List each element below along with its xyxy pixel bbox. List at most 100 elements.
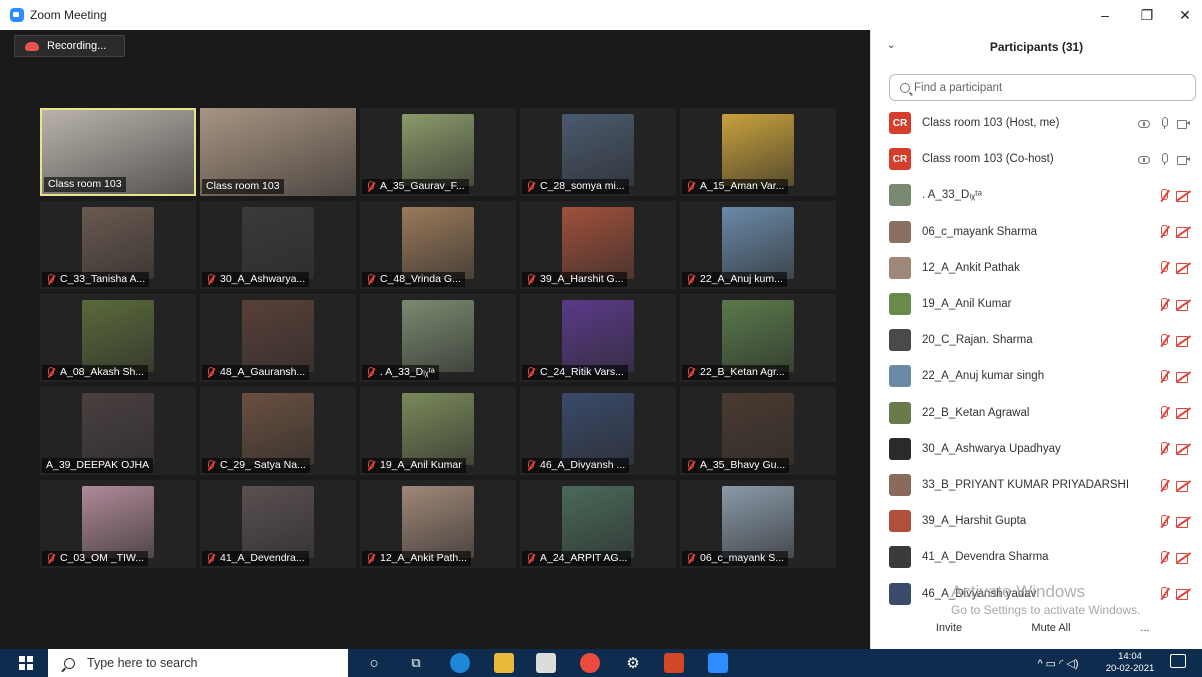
participant-row[interactable]: 30_A_Ashwarya Upadhyay (871, 431, 1202, 467)
recording-indicator[interactable]: Recording... (14, 35, 125, 57)
video-tile[interactable]: 22_A_Anuj kum... (680, 201, 836, 289)
minimize-button[interactable]: – (1086, 0, 1124, 30)
video-tile[interactable]: Class room 103 (200, 108, 356, 196)
video-tile[interactable]: A_08_Akash Sh... (40, 294, 196, 382)
video-tile[interactable]: 46_A_Divyansh ... (520, 387, 676, 475)
video-tile[interactable]: C_03_OM _TIW... (40, 480, 196, 568)
participant-search-input[interactable]: Find a participant (889, 74, 1196, 101)
video-tile[interactable]: A_15_Aman Var... (680, 108, 836, 196)
close-button[interactable]: ✕ (1166, 0, 1202, 30)
participant-row[interactable]: 39_A_Harshit Gupta (871, 503, 1202, 539)
participant-row[interactable]: 22_A_Anuj kumar singh (871, 358, 1202, 394)
mic-muted-icon[interactable] (1158, 333, 1170, 347)
video-off-icon[interactable] (1176, 588, 1191, 601)
video-tile[interactable]: . A_33_Dᵢᵪᵗᵃ (360, 294, 516, 382)
search-placeholder: Find a participant (914, 81, 1003, 94)
mic-muted-icon[interactable] (1158, 225, 1170, 238)
mic-muted-icon[interactable] (1158, 587, 1170, 600)
video-tile[interactable]: 19_A_Anil Kumar (360, 387, 516, 475)
video-tile[interactable]: 30_A_Ashwarya... (200, 201, 356, 289)
participant-row[interactable]: 46_A_Divyansh yadav (871, 576, 1202, 612)
clock[interactable]: 14:04 20-02-2021 (1102, 651, 1158, 675)
mic-muted-icon[interactable] (1158, 478, 1170, 492)
collapse-chevron-icon[interactable]: ⌄ (887, 40, 895, 51)
tile-name-label: C_33_Tanisha A... (42, 272, 150, 287)
share-screen-icon[interactable] (1138, 154, 1150, 165)
video-off-icon[interactable] (1176, 443, 1191, 456)
participant-row[interactable]: 19_A_Anil Kumar (871, 286, 1202, 322)
edge-browser-icon[interactable] (450, 653, 470, 673)
system-tray[interactable]: ^ ▭ ◜ ◁) (1020, 649, 1096, 677)
video-tile[interactable]: A_24_ARPIT AG... (520, 480, 676, 568)
video-off-icon[interactable] (1176, 335, 1191, 347)
file-explorer-icon[interactable] (494, 653, 514, 673)
cortana-icon[interactable]: ○ (362, 649, 386, 677)
mic-muted-icon[interactable] (1158, 369, 1170, 383)
video-tile[interactable]: 48_A_Gauransh... (200, 294, 356, 382)
mic-muted-icon[interactable] (1158, 442, 1170, 455)
video-tile[interactable]: C_48_Vrinda G... (360, 201, 516, 289)
video-tile[interactable]: C_24_Ritik Vars... (520, 294, 676, 382)
mic-muted-icon[interactable] (1158, 188, 1170, 202)
participant-row[interactable]: CR Class room 103 (Host, me) (871, 105, 1202, 141)
video-tile[interactable]: 06_c_mayank S... (680, 480, 836, 568)
video-tile[interactable]: C_28_somya mi... (520, 108, 676, 196)
video-off-icon[interactable] (1176, 262, 1191, 275)
taskbar-search-input[interactable]: Type here to search (48, 649, 348, 677)
mic-muted-icon[interactable] (1158, 261, 1170, 274)
participant-video (402, 300, 474, 372)
task-view-icon[interactable]: ⧉ (404, 649, 428, 677)
video-off-icon[interactable] (1176, 480, 1191, 492)
video-tile[interactable]: 41_A_Devendra... (200, 480, 356, 568)
video-off-icon[interactable] (1176, 516, 1191, 528)
video-off-icon[interactable] (1176, 552, 1191, 564)
mic-muted-icon[interactable] (1158, 550, 1170, 564)
more-button[interactable]: ... (1135, 618, 1155, 638)
participant-row[interactable]: 22_B_Ketan Agrawal (871, 395, 1202, 431)
mute-all-button[interactable]: Mute All (1023, 618, 1079, 638)
video-camera-icon[interactable] (1177, 155, 1190, 165)
microphone-icon[interactable] (1160, 153, 1168, 166)
participant-row[interactable]: CR Class room 103 (Co-host) (871, 141, 1202, 177)
mic-muted-icon[interactable] (1158, 406, 1170, 419)
invite-button[interactable]: Invite (929, 618, 969, 638)
participant-name: 19_A_Anil Kumar (922, 298, 1012, 310)
microphone-icon[interactable] (1160, 117, 1168, 129)
mic-muted-icon (366, 181, 375, 192)
participant-row[interactable]: 12_A_Ankit Pathak (871, 250, 1202, 286)
video-tile[interactable]: 12_A_Ankit Path... (360, 480, 516, 568)
mic-muted-icon (526, 274, 535, 285)
chrome-icon[interactable] (580, 653, 600, 673)
video-off-icon[interactable] (1176, 299, 1191, 311)
participant-row[interactable]: 41_A_Devendra Sharma (871, 539, 1202, 575)
mic-muted-icon[interactable] (1158, 514, 1170, 528)
participant-row[interactable]: 06_c_mayank Sharma (871, 214, 1202, 250)
zoom-taskbar-icon[interactable] (708, 653, 728, 673)
video-off-icon[interactable] (1176, 407, 1191, 420)
video-tile[interactable]: A_35_Bhavy Gu... (680, 387, 836, 475)
settings-gear-icon[interactable]: ⚙ (622, 649, 644, 677)
restore-button[interactable]: ❐ (1128, 0, 1166, 30)
video-off-icon[interactable] (1176, 190, 1191, 202)
participant-video (562, 114, 634, 186)
video-tile[interactable]: 39_A_Harshit G... (520, 201, 676, 289)
notification-icon[interactable] (1170, 654, 1186, 668)
start-button[interactable] (12, 649, 40, 677)
video-tile[interactable]: C_29_ Satya Na... (200, 387, 356, 475)
video-off-icon[interactable] (1176, 226, 1191, 239)
mic-muted-icon[interactable] (1158, 297, 1170, 311)
video-tile[interactable]: 22_B_Ketan Agr... (680, 294, 836, 382)
video-tile[interactable]: C_33_Tanisha A... (40, 201, 196, 289)
participant-row[interactable]: . A_33_Dᵢᵪᵗᵃ (871, 177, 1202, 213)
participant-row[interactable]: 20_C_Rajan. Sharma (871, 322, 1202, 358)
share-screen-icon[interactable] (1138, 118, 1150, 128)
video-off-icon[interactable] (1176, 371, 1191, 383)
video-tile[interactable]: A_35_Gaurav_F... (360, 108, 516, 196)
participant-name: 39_A_Harshit Gupta (922, 515, 1027, 528)
video-camera-icon[interactable] (1177, 119, 1190, 129)
participant-row[interactable]: 33_B_PRIYANT KUMAR PRIYADARSHI (871, 467, 1202, 503)
video-tile[interactable]: A_39_DEEPAK OJHA (40, 387, 196, 475)
video-tile[interactable]: Class room 103 (40, 108, 196, 196)
powerpoint-icon[interactable] (664, 653, 684, 673)
store-icon[interactable] (536, 653, 556, 673)
